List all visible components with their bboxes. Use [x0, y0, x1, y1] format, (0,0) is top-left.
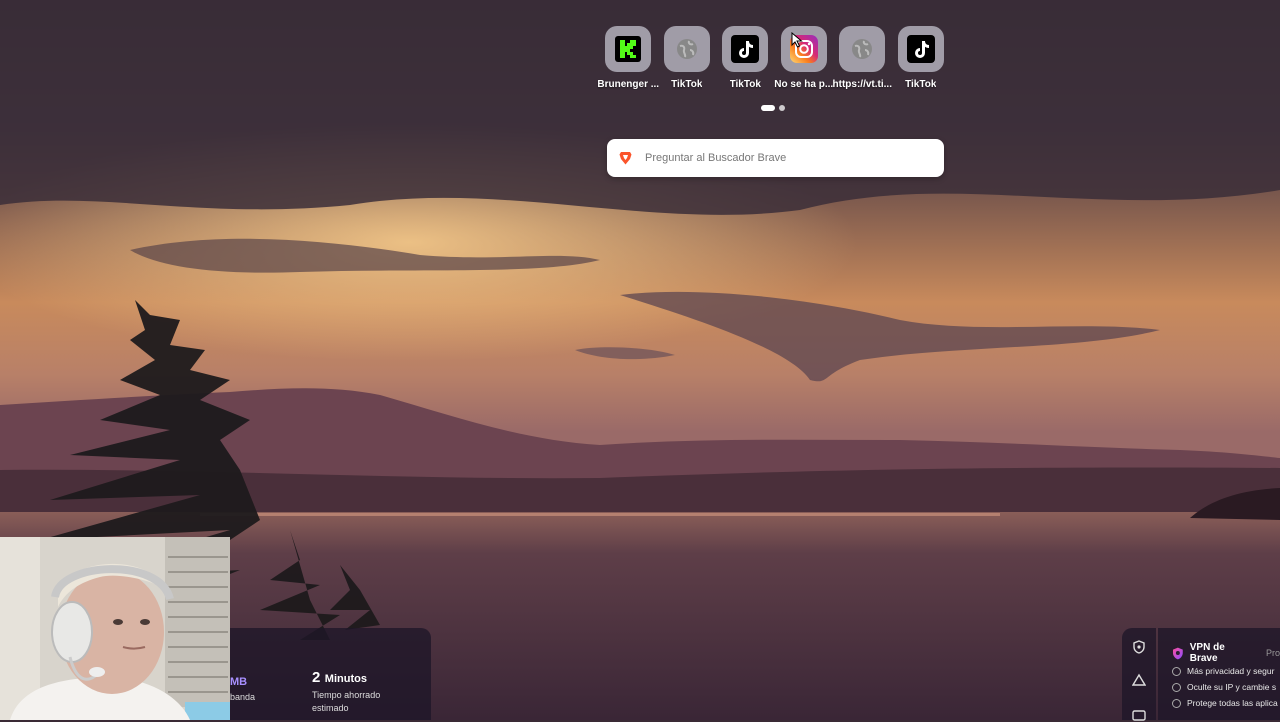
bandwidth-label: banda: [230, 692, 256, 702]
top-site-label: https://vt.ti...: [832, 79, 892, 90]
warning-icon[interactable]: [1132, 673, 1146, 687]
check-icon: [1172, 682, 1181, 692]
check-icon: [1172, 666, 1181, 676]
top-site-tile[interactable]: No se ha p...: [774, 26, 834, 90]
kick-icon: [605, 26, 652, 72]
vpn-shield-icon: [1172, 647, 1183, 659]
time-saved-value: 2: [312, 669, 321, 686]
tiktok-icon: [897, 26, 944, 72]
vpn-title: VPN de Brave: [1189, 642, 1225, 664]
mouse-cursor-icon: [791, 32, 803, 48]
vpn-widget[interactable]: VPN de Brave Pro Más privacidad y segur …: [1158, 628, 1280, 720]
bandwidth-stat: MB banda: [230, 676, 255, 702]
time-saved-stat: 2 Minutos Tiempo ahorrado estimado: [312, 669, 402, 715]
tiktok-icon: [722, 26, 769, 72]
top-site-label: TikTok: [729, 79, 761, 90]
top-sites-pagination: [761, 105, 785, 111]
vpn-feature-list: Más privacidad y segur Oculte su IP y ca…: [1172, 663, 1278, 711]
top-site-tile[interactable]: Brunenger ...: [597, 26, 660, 90]
page-dot-active[interactable]: [761, 105, 775, 111]
search-input[interactable]: [643, 151, 927, 165]
top-site-label: TikTok: [671, 79, 703, 90]
top-site-tile[interactable]: TikTok: [892, 26, 951, 90]
top-site-label: Brunenger ...: [597, 79, 660, 90]
top-site-tile[interactable]: https://vt.ti...: [833, 26, 892, 90]
brave-lion-icon: [619, 151, 633, 165]
widget-sidebar: [1122, 628, 1156, 721]
top-site-tile[interactable]: TikTok: [716, 26, 775, 90]
top-site-label: No se ha p...: [774, 79, 834, 90]
globe-icon: [663, 26, 710, 72]
top-site-tile[interactable]: TikTok: [658, 26, 717, 90]
check-icon: [1172, 698, 1181, 708]
instagram-icon: [780, 26, 827, 72]
shield-icon[interactable]: [1132, 640, 1146, 654]
search-box[interactable]: [607, 139, 944, 177]
globe-icon: [839, 26, 886, 72]
vpn-header: VPN de Brave Pro: [1172, 642, 1280, 664]
vpn-feature: Protege todas las aplica: [1172, 695, 1278, 711]
vpn-feature: Oculte su IP y cambie s: [1172, 679, 1278, 695]
vpn-feature: Más privacidad y segur: [1172, 663, 1278, 679]
top-sites-grid: Brunenger ... TikTok TikTok No se ha p..…: [597, 26, 951, 90]
vpn-pro-badge: Pro: [1265, 648, 1280, 658]
page-dot[interactable]: [779, 105, 785, 111]
webcam-overlay: [0, 537, 230, 720]
time-saved-unit: Minutos: [324, 673, 367, 685]
top-site-label: TikTok: [905, 79, 937, 90]
time-saved-label: Tiempo ahorrado estimado: [312, 690, 381, 713]
bandwidth-value: MB: [230, 676, 248, 688]
